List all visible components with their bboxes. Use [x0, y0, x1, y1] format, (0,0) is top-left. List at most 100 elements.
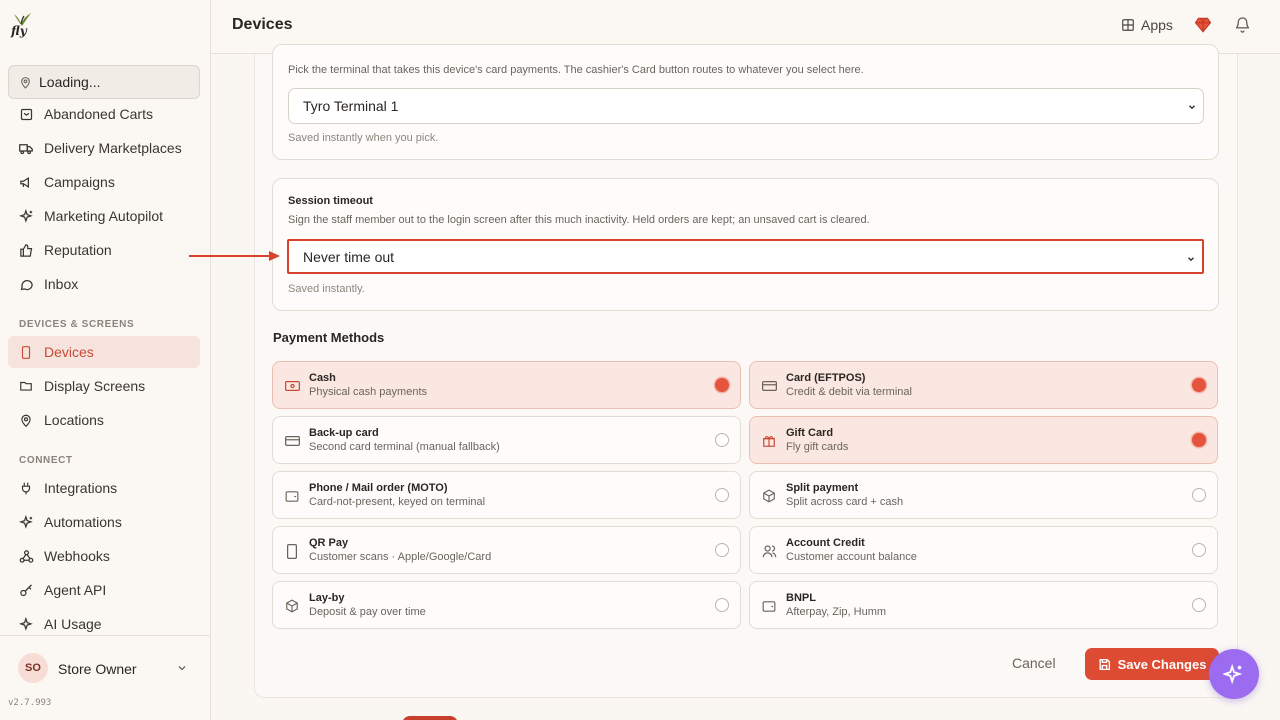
payment-method-radio[interactable]	[715, 433, 729, 447]
payment-method-backup-card[interactable]: Back-up card Second card terminal (manua…	[272, 416, 741, 464]
grid-icon	[1122, 19, 1134, 31]
payment-method-name: Split payment	[786, 482, 859, 494]
payment-method-name: Lay-by	[309, 592, 345, 604]
payment-method-radio[interactable]	[715, 378, 729, 392]
sidebar-item-label: Automations	[44, 514, 122, 530]
sidebar-item-label: Campaigns	[44, 174, 115, 190]
sidebar-item-abandoned-carts[interactable]: Abandoned Carts	[8, 98, 200, 130]
payment-method-radio[interactable]	[1192, 598, 1206, 612]
payment-method-desc: Physical cash payments	[309, 386, 427, 398]
location-selector[interactable]: Loading...	[8, 65, 200, 99]
save-icon	[1099, 658, 1110, 670]
thumbs-up-icon	[19, 243, 32, 257]
card-icon	[284, 436, 300, 446]
cancel-button[interactable]: Cancel	[1012, 655, 1056, 671]
section-connect: CONNECT	[19, 455, 73, 466]
payment-method-desc: Split across card + cash	[786, 496, 904, 508]
payment-method-gift-card[interactable]: Gift Card Fly gift cards	[749, 416, 1218, 464]
payment-method-desc: Credit & debit via terminal	[786, 386, 912, 398]
payment-method-radio[interactable]	[1192, 543, 1206, 557]
user-menu[interactable]: SO Store Owner	[0, 635, 211, 697]
sparkles-icon	[18, 616, 33, 631]
sidebar-item-label: Display Screens	[44, 378, 146, 394]
sidebar-item-locations[interactable]: Locations	[8, 404, 200, 436]
toast-peek	[402, 716, 458, 720]
plug-icon	[21, 482, 31, 494]
payment-method-desc: Customer scans · Apple/Google/Card	[309, 551, 492, 563]
terminal-select-value: Tyro Terminal 1	[303, 98, 399, 114]
box-icon	[286, 599, 298, 613]
sidebar-item-inbox[interactable]: Inbox	[8, 268, 200, 300]
ai-assistant-button[interactable]	[1209, 649, 1259, 699]
terminal-description: Pick the terminal that takes this device…	[288, 64, 864, 76]
sidebar-item-display-screens[interactable]: Display Screens	[8, 370, 200, 402]
payment-method-desc: Second card terminal (manual fallback)	[309, 441, 500, 453]
sidebar-item-webhooks[interactable]: Webhooks	[8, 540, 200, 572]
sidebar-item-devices[interactable]: Devices	[8, 336, 200, 368]
payment-method-card-eftpos[interactable]: Card (EFTPOS) Credit & debit via termina…	[749, 361, 1218, 409]
sparkles-icon	[1223, 663, 1243, 685]
payment-method-desc: Fly gift cards	[786, 441, 849, 453]
payment-method-cash[interactable]: Cash Physical cash payments	[272, 361, 741, 409]
bell-icon[interactable]	[1234, 16, 1251, 34]
chevron-down-icon	[178, 666, 186, 671]
users-icon	[762, 545, 776, 558]
sidebar: fly Loading... Abandoned Carts Delivery …	[0, 0, 211, 720]
phone-icon	[287, 543, 297, 559]
payment-method-split-payment[interactable]: Split payment Split across card + cash	[749, 471, 1218, 519]
payment-methods-title: Payment Methods	[273, 330, 385, 345]
folder-icon	[20, 381, 32, 391]
sidebar-item-label: Webhooks	[44, 548, 110, 564]
gem-icon[interactable]	[1194, 16, 1212, 34]
payment-method-account-credit[interactable]: Account Credit Customer account balance	[749, 526, 1218, 574]
payment-method-name: Cash	[309, 372, 336, 384]
payment-method-radio[interactable]	[715, 598, 729, 612]
cash-icon	[284, 381, 300, 391]
payment-method-name: Card (EFTPOS)	[786, 372, 866, 384]
payment-method-moto[interactable]: Phone / Mail order (MOTO) Card-not-prese…	[272, 471, 741, 519]
payment-method-name: QR Pay	[309, 537, 349, 549]
map-pin-icon	[21, 76, 30, 89]
payment-method-bnpl[interactable]: BNPL Afterpay, Zip, Humm	[749, 581, 1218, 629]
page-title: Devices	[232, 16, 293, 33]
sidebar-item-label: Marketing Autopilot	[44, 208, 164, 224]
sidebar-item-marketing-autopilot[interactable]: Marketing Autopilot	[8, 200, 200, 232]
payment-method-desc: Deposit & pay over time	[309, 606, 426, 618]
payment-method-lay-by[interactable]: Lay-by Deposit & pay over time	[272, 581, 741, 629]
megaphone-icon	[19, 176, 29, 188]
payment-method-name: Back-up card	[309, 427, 379, 439]
avatar: SO	[18, 653, 48, 683]
payment-method-radio[interactable]	[1192, 378, 1206, 392]
payment-method-radio[interactable]	[715, 488, 729, 502]
session-timeout-title: Session timeout	[288, 195, 373, 207]
brand-logo-text: fly	[11, 24, 27, 38]
payment-method-qr-pay[interactable]: QR Pay Customer scans · Apple/Google/Car…	[272, 526, 741, 574]
payment-method-radio[interactable]	[1192, 433, 1206, 447]
payment-method-name: Gift Card	[786, 427, 834, 439]
card-icon	[761, 381, 777, 391]
chevron-down-icon	[1189, 105, 1195, 110]
session-timeout-select[interactable]: Never time out	[287, 239, 1204, 274]
sidebar-item-agent-api[interactable]: Agent API	[8, 574, 200, 606]
map-pin-icon	[21, 414, 31, 427]
session-timeout-description: Sign the staff member out to the login s…	[288, 214, 870, 226]
sidebar-item-campaigns[interactable]: Campaigns	[8, 166, 200, 198]
location-label: Loading...	[39, 74, 101, 90]
payment-method-radio[interactable]	[1192, 488, 1206, 502]
annotation-arrow-icon	[189, 251, 280, 261]
sidebar-item-reputation[interactable]: Reputation	[8, 234, 200, 266]
webhook-icon	[19, 549, 33, 563]
card-terminal: Pick the terminal that takes this device…	[272, 44, 1219, 160]
apps-button[interactable]: Apps	[1121, 17, 1173, 33]
terminal-select[interactable]: Tyro Terminal 1	[288, 88, 1204, 124]
sidebar-item-delivery-marketplaces[interactable]: Delivery Marketplaces	[8, 132, 200, 164]
save-changes-button[interactable]: Save Changes	[1085, 648, 1219, 680]
gift-icon	[763, 436, 775, 447]
payment-method-desc: Afterpay, Zip, Humm	[786, 606, 887, 618]
tablet-icon	[21, 345, 31, 359]
sidebar-item-label: Abandoned Carts	[44, 106, 153, 122]
sidebar-item-automations[interactable]: Automations	[8, 506, 200, 538]
sidebar-item-integrations[interactable]: Integrations	[8, 472, 200, 504]
payment-method-radio[interactable]	[715, 543, 729, 557]
truck-icon	[19, 143, 33, 154]
